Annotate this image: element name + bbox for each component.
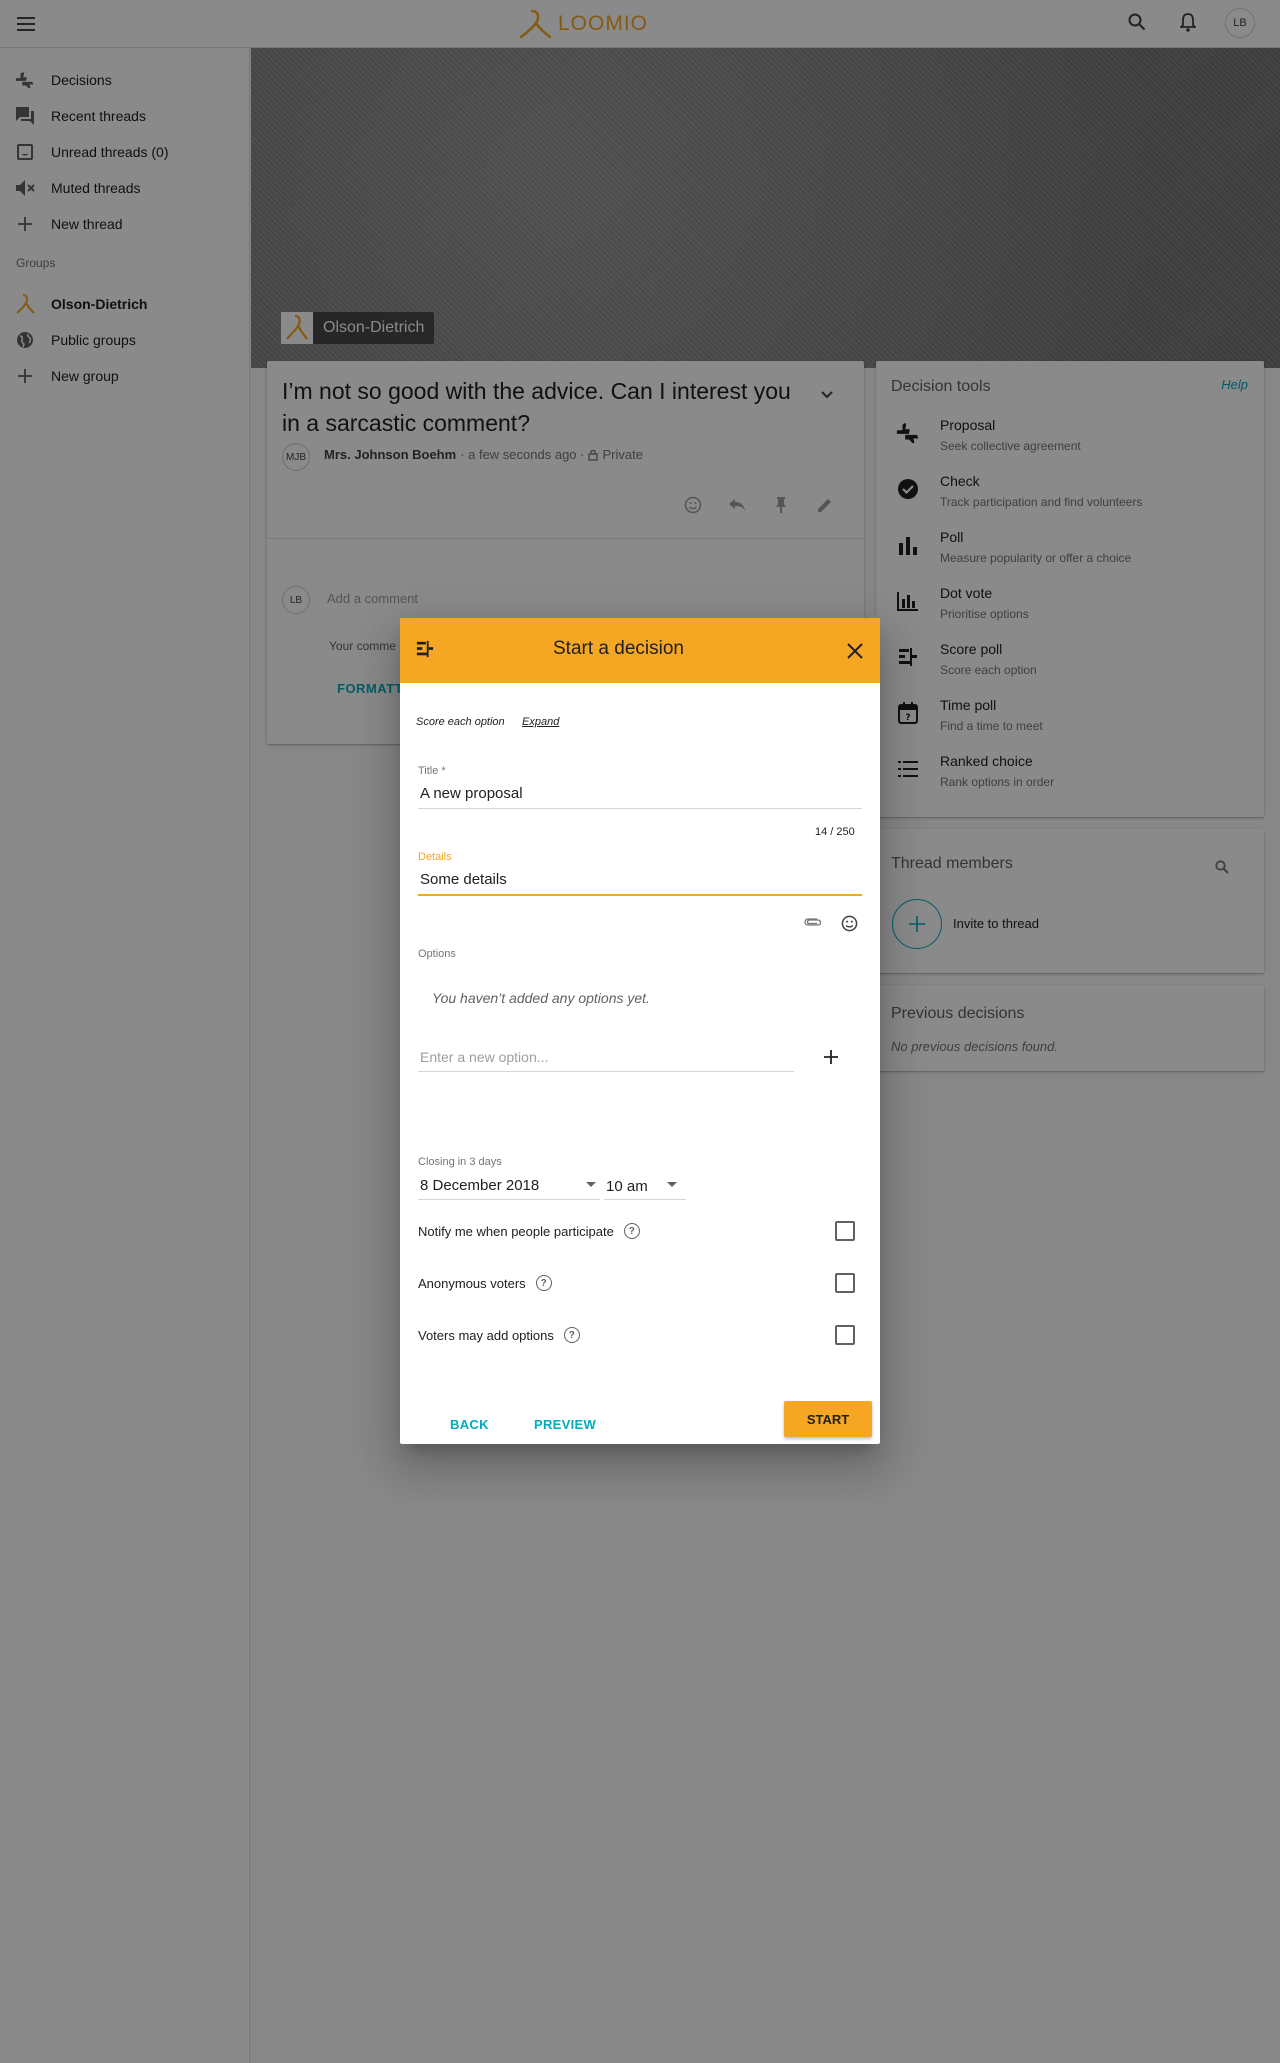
modal-header: Start a decision	[400, 618, 880, 683]
modal-title: Start a decision	[553, 638, 684, 659]
poll-type-hint: Score each option	[416, 716, 505, 728]
notify-option: Notify me when people participate ?	[418, 1223, 640, 1239]
help-icon[interactable]: ?	[563, 1327, 580, 1343]
options-label: Options	[418, 948, 456, 960]
date-underline	[418, 1199, 600, 1200]
details-underline	[418, 894, 862, 896]
closing-time-select[interactable]: 10 am	[606, 1178, 648, 1195]
notify-label: Notify me when people participate	[418, 1223, 614, 1239]
time-underline	[604, 1199, 686, 1200]
attachment-icon[interactable]	[804, 916, 822, 928]
help-icon[interactable]: ?	[535, 1275, 552, 1291]
preview-button[interactable]: PREVIEW	[526, 1409, 604, 1440]
start-button[interactable]: START	[784, 1401, 872, 1437]
back-button[interactable]: BACK	[442, 1409, 497, 1440]
plus-icon	[824, 1050, 838, 1064]
details-label: Details	[418, 851, 452, 863]
voters-add-options-option: Voters may add options ?	[418, 1327, 580, 1343]
option-underline	[418, 1071, 794, 1072]
anonymous-label: Anonymous voters	[418, 1275, 526, 1291]
new-option-input[interactable]: Enter a new option...	[420, 1049, 548, 1065]
title-input[interactable]: A new proposal	[420, 785, 523, 802]
dropdown-arrow-icon[interactable]	[667, 1182, 677, 1187]
voters-add-options-checkbox[interactable]	[835, 1325, 855, 1345]
close-icon[interactable]	[840, 636, 870, 666]
details-input[interactable]: Some details	[420, 871, 507, 888]
closing-date-select[interactable]: 8 December 2018	[420, 1177, 539, 1194]
score-icon	[416, 640, 434, 658]
title-char-counter: 14 / 250	[815, 826, 855, 838]
voters-add-options-label: Voters may add options	[418, 1327, 554, 1343]
title-underline	[418, 808, 862, 809]
options-empty-text: You haven’t added any options yet.	[432, 990, 650, 1006]
dropdown-arrow-icon[interactable]	[586, 1182, 596, 1187]
notify-checkbox[interactable]	[835, 1221, 855, 1241]
anonymous-option: Anonymous voters ?	[418, 1275, 552, 1291]
title-label: Title *	[418, 765, 446, 777]
emoji-icon[interactable]	[841, 915, 858, 932]
expand-link[interactable]: Expand	[522, 716, 559, 728]
closing-label: Closing in 3 days	[418, 1156, 502, 1168]
help-icon[interactable]: ?	[623, 1223, 640, 1239]
start-decision-modal: Start a decision Score each option Expan…	[400, 618, 880, 1444]
add-option-button[interactable]	[820, 1046, 842, 1068]
anonymous-checkbox[interactable]	[835, 1273, 855, 1293]
